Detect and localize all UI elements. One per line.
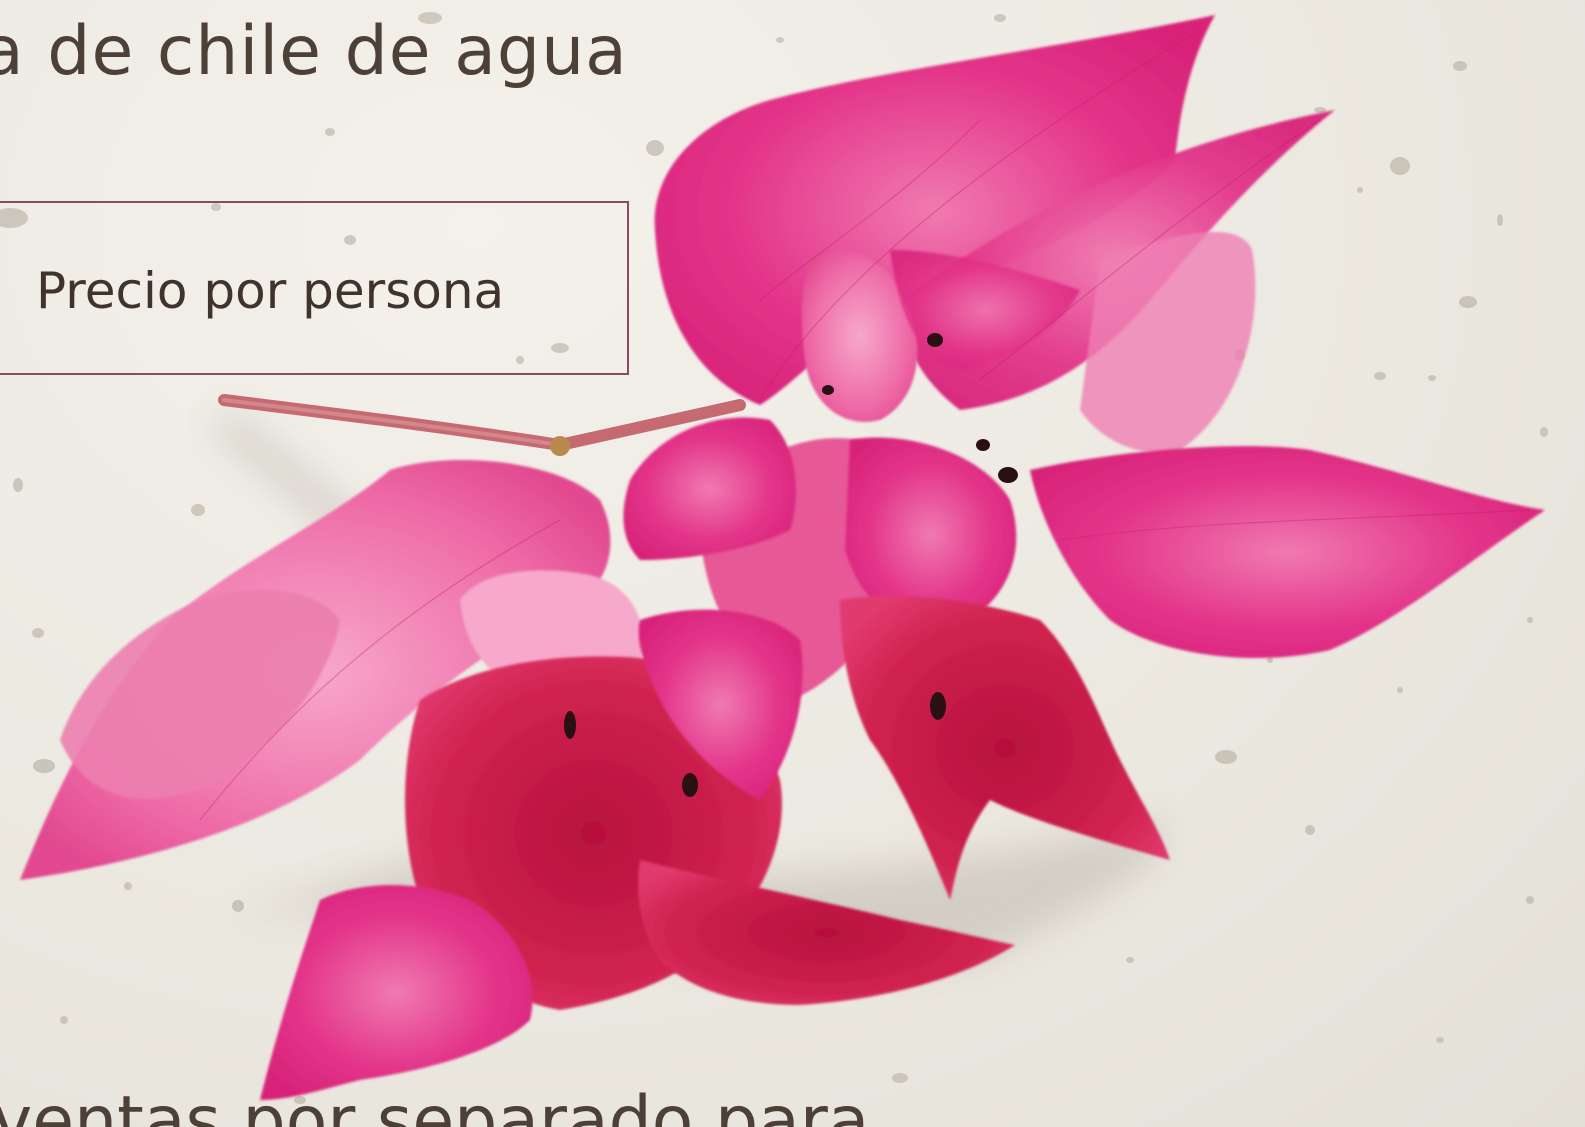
bougainvillea-flower-image <box>20 15 1545 1100</box>
menu-note-fragment: ventas por separado para <box>0 1082 870 1127</box>
